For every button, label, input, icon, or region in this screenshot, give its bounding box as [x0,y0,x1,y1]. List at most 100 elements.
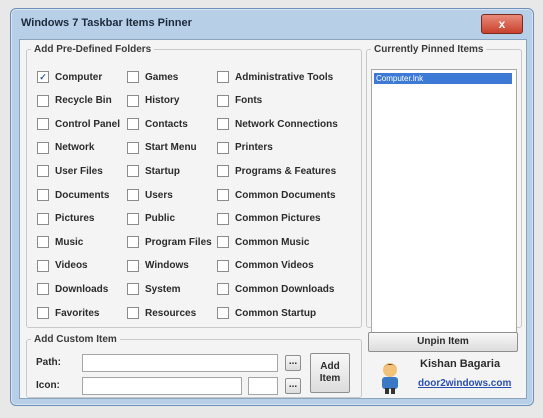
checkbox-box[interactable] [37,189,49,201]
checkbox-downloads[interactable]: Downloads [37,283,109,296]
checkbox-box[interactable] [127,189,139,201]
pinned-items-legend: Currently Pinned Items [374,44,484,55]
checkbox-programs-features[interactable]: Programs & Features [217,165,336,178]
checkbox-box[interactable] [127,94,139,107]
checkbox-printers[interactable]: Printers [217,141,273,154]
checkbox-games[interactable]: Games [127,71,178,83]
checkbox-users[interactable]: Users [127,189,173,201]
add-item-button[interactable]: Add Item [310,353,350,393]
checkbox-label: Public [145,213,176,225]
checkbox-label: Common Downloads [235,283,335,295]
checkbox-box[interactable] [127,236,139,249]
checkbox-box[interactable] [217,212,229,225]
checkmark-icon[interactable]: ✓ [37,71,49,83]
checkbox-public[interactable]: Public [127,212,176,225]
checkbox-program-files[interactable]: Program Files [127,236,212,249]
icon-label: Icon: [36,380,60,391]
checkbox-box[interactable] [127,165,139,178]
checkbox-common-videos[interactable]: Common Videos [217,259,314,272]
checkbox-box[interactable] [217,307,229,319]
checkbox-box[interactable] [217,118,229,131]
checkbox-label: Printers [235,142,273,154]
checkbox-resources[interactable]: Resources [127,307,196,319]
checkbox-computer[interactable]: ✓ Computer [37,71,102,83]
unpin-item-button[interactable]: Unpin Item [368,332,518,352]
checkbox-box[interactable] [37,165,49,178]
checkbox-favorites[interactable]: Favorites [37,307,99,319]
window-title: Windows 7 Taskbar Items Pinner [21,17,192,29]
checkbox-common-downloads[interactable]: Common Downloads [217,283,335,296]
checkbox-box[interactable] [37,141,49,154]
checkbox-box[interactable] [217,94,229,107]
checkbox-box[interactable] [217,71,229,83]
checkbox-history[interactable]: History [127,94,179,107]
checkbox-box[interactable] [217,283,229,296]
checkbox-box[interactable] [217,236,229,249]
checkbox-box[interactable] [127,283,139,296]
checkbox-music[interactable]: Music [37,236,83,249]
close-button[interactable]: x [481,14,523,34]
checkbox-system[interactable]: System [127,283,181,296]
checkbox-control-panel[interactable]: Control Panel [37,118,120,131]
checkbox-label: System [145,283,181,295]
checkbox-common-music[interactable]: Common Music [217,236,309,249]
checkbox-label: Common Videos [235,260,314,272]
pinned-items-group: Currently Pinned Items Computer.lnk [366,44,522,333]
checkbox-box[interactable] [217,189,229,201]
checkbox-box[interactable] [127,307,139,319]
author-site-link[interactable]: door2windows.com [418,378,511,389]
browse-icon-button[interactable]: ... [285,378,301,394]
checkbox-network[interactable]: Network [37,141,94,154]
checkbox-administrative-tools[interactable]: Administrative Tools [217,71,333,83]
checkbox-contacts[interactable]: Contacts [127,118,188,131]
checkbox-start-menu[interactable]: Start Menu [127,141,197,154]
checkbox-label: Videos [55,260,88,272]
checkbox-box[interactable] [37,94,49,107]
checkbox-common-startup[interactable]: Common Startup [217,307,316,319]
checkbox-label: Contacts [145,118,188,130]
checkbox-box[interactable] [127,118,139,131]
checkbox-pictures[interactable]: Pictures [37,212,95,225]
checkbox-label: Common Pictures [235,213,321,225]
path-label: Path: [36,357,61,368]
checkbox-network-connections[interactable]: Network Connections [217,118,338,131]
checkbox-box[interactable] [37,307,49,319]
checkbox-label: Resources [145,307,197,319]
checkbox-recycle-bin[interactable]: Recycle Bin [37,94,112,107]
checkbox-common-pictures[interactable]: Common Pictures [217,212,321,225]
checkbox-box[interactable] [37,212,49,225]
checkbox-box[interactable] [127,259,139,272]
checkbox-box[interactable] [127,141,139,154]
checkbox-label: Downloads [55,283,109,295]
path-input[interactable] [82,354,278,372]
checkbox-box[interactable] [217,165,229,178]
close-icon: x [498,17,506,31]
checkbox-label: User Files [55,165,103,177]
checkbox-box[interactable] [37,283,49,296]
author-name: Kishan Bagaria [420,358,501,370]
checkbox-label: Administrative Tools [235,71,334,83]
checkbox-box[interactable] [127,71,139,83]
checkbox-label: Common Documents [235,189,336,201]
predefined-folders-group: Add Pre-Defined Folders ✓ Computer Recycle… [26,44,362,328]
icon-index-input[interactable] [248,377,278,395]
checkbox-windows[interactable]: Windows [127,259,189,272]
checkbox-box[interactable] [217,141,229,154]
pinned-item[interactable]: Computer.lnk [374,73,512,84]
checkbox-box[interactable] [37,259,49,272]
checkbox-box[interactable] [37,118,49,131]
checkbox-box[interactable] [217,259,229,272]
pinned-items-list[interactable]: Computer.lnk [371,69,517,333]
checkbox-common-documents[interactable]: Common Documents [217,189,336,201]
browse-path-button[interactable]: ... [285,355,301,371]
checkbox-startup[interactable]: Startup [127,165,180,178]
checkbox-user-files[interactable]: User Files [37,165,103,178]
checkbox-fonts[interactable]: Fonts [217,94,262,107]
checkbox-label: Windows [145,260,189,272]
checkbox-documents[interactable]: Documents [37,189,109,201]
icon-path-input[interactable] [82,377,242,395]
checkbox-label: Pictures [55,213,95,225]
checkbox-videos[interactable]: Videos [37,259,88,272]
checkbox-box[interactable] [37,236,49,249]
checkbox-box[interactable] [127,212,139,225]
